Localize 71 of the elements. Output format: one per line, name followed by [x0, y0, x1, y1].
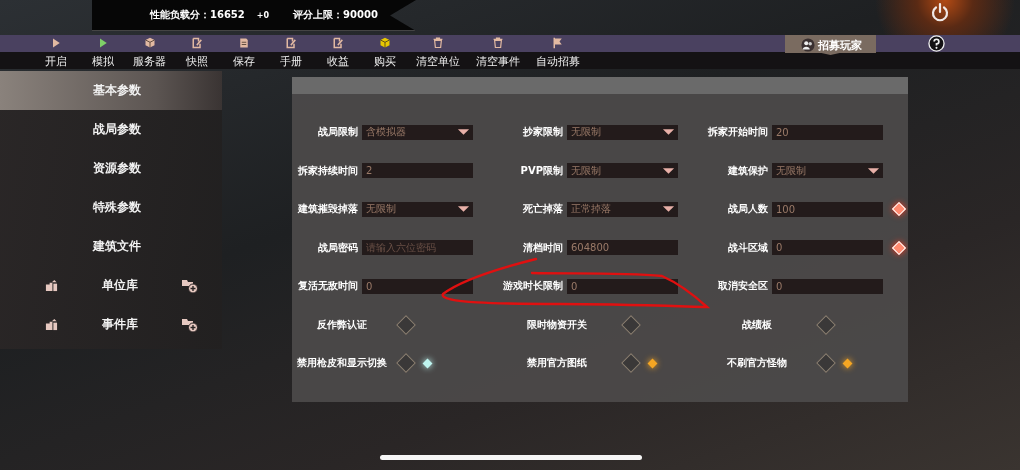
help-icon[interactable]: [928, 35, 945, 52]
field-label: 建筑摧毁掉落: [296, 202, 358, 217]
caret-icon: [662, 205, 675, 214]
toggle-label: 禁用枪皮和显示切换: [296, 356, 388, 371]
input-field[interactable]: 请输入六位密码: [362, 240, 473, 256]
caret-icon: [457, 205, 470, 214]
caret-icon: [662, 128, 675, 137]
field-label: 战局密码: [317, 240, 358, 255]
input-field[interactable]: 0: [362, 278, 473, 294]
folder-export-icon[interactable]: [45, 318, 58, 331]
toggle-label: 反作弊认证: [316, 317, 368, 332]
dropdown-field[interactable]: 无限制: [362, 201, 473, 217]
field-label: PVP限制: [519, 163, 563, 178]
field-label: 战局限制: [317, 125, 358, 140]
folder-add-icon[interactable]: [181, 316, 199, 333]
input-field[interactable]: 604800: [567, 240, 678, 256]
sidebar-tab[interactable]: 建筑文件: [0, 227, 222, 266]
caret-icon: [867, 166, 880, 175]
toolbar-button[interactable]: 开启: [32, 35, 79, 69]
input-field[interactable]: 100: [772, 201, 883, 217]
sidebar-tab[interactable]: 战局参数: [0, 110, 222, 149]
toolbar-button[interactable]: 服务器: [126, 35, 173, 69]
dropdown-field[interactable]: 正常掉落: [567, 201, 678, 217]
input-field[interactable]: 20: [772, 124, 883, 140]
dropdown-field[interactable]: 无限制: [567, 124, 678, 140]
toolbar-button[interactable]: 模拟: [79, 35, 126, 69]
toggle-label: 战绩板: [741, 317, 773, 332]
toolbar-button[interactable]: 收益: [314, 35, 361, 69]
field-label: 建筑保护: [726, 163, 768, 178]
toolbar-button[interactable]: 保存: [220, 35, 267, 69]
caret-icon: [457, 128, 470, 137]
input-field[interactable]: 0: [772, 278, 883, 294]
field-label: 复活无敌时间: [297, 279, 358, 294]
field-label: 抄家限制: [522, 125, 563, 140]
field-label: 死亡掉落: [522, 202, 563, 217]
field-label: 游戏时长限制: [502, 279, 563, 294]
recruit-players-button[interactable]: 招募玩家: [785, 35, 876, 55]
dropdown-field[interactable]: 无限制: [567, 163, 678, 179]
dropdown-field[interactable]: 无限制: [772, 163, 883, 179]
sidebar-tab[interactable]: 资源参数: [0, 149, 222, 188]
score-delta: +0: [256, 10, 270, 20]
sidebar-tab[interactable]: 基本参数: [0, 71, 222, 110]
library-item[interactable]: 单位库: [101, 277, 138, 294]
toolbar-button[interactable]: 快照: [173, 35, 220, 69]
folder-export-icon[interactable]: [45, 279, 58, 292]
caret-icon: [662, 166, 675, 175]
sidebar-tab[interactable]: 特殊参数: [0, 188, 222, 227]
folder-add-icon[interactable]: [181, 277, 199, 294]
power-icon[interactable]: [930, 2, 950, 22]
toolbar-button[interactable]: 清空事件: [468, 35, 528, 69]
field-label: 战斗区域: [727, 240, 768, 255]
toolbar-button[interactable]: 手册: [267, 35, 314, 69]
field-label: 清档时间: [522, 240, 563, 255]
load-score: 性能负载分：16652: [150, 8, 245, 22]
toggle-label: 禁用官方图纸: [526, 356, 588, 371]
field-label: 拆家开始时间: [707, 125, 768, 140]
toolbar-button[interactable]: 自动招募: [528, 35, 588, 69]
score-limit: 评分上限：90000: [293, 8, 378, 22]
people-icon: [801, 38, 815, 52]
toolbar-button[interactable]: 购买: [361, 35, 408, 69]
field-label: 拆家持续时间: [297, 163, 358, 178]
toolbar-button[interactable]: 清空单位: [408, 35, 468, 69]
input-field[interactable]: 0: [772, 240, 883, 256]
dropdown-field[interactable]: 含模拟器: [362, 124, 473, 140]
toggle-label: 不刷官方怪物: [726, 356, 788, 371]
input-field[interactable]: 2: [362, 163, 473, 179]
toggle-label: 限时物资开关: [526, 317, 588, 332]
field-label: 取消安全区: [717, 279, 768, 294]
input-field[interactable]: 0: [567, 278, 678, 294]
field-label: 战局人数: [727, 202, 768, 217]
library-item[interactable]: 事件库: [101, 316, 138, 333]
